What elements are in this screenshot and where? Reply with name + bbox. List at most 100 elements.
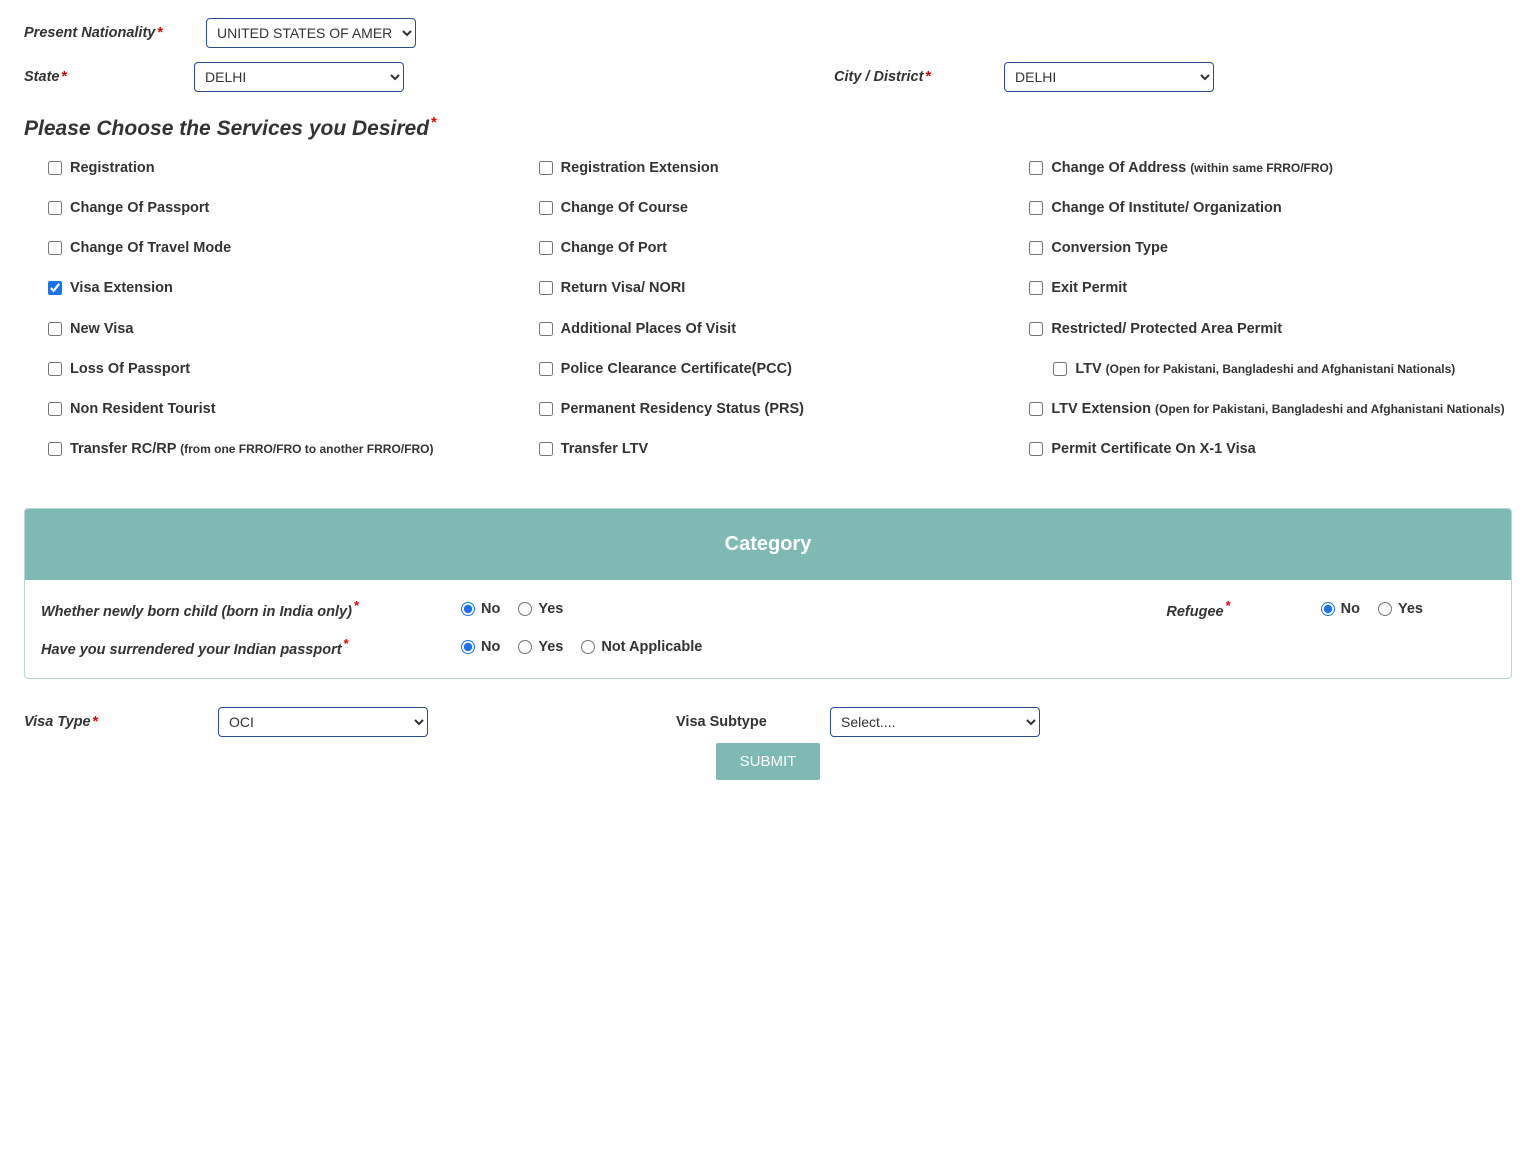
label-change-of-address: Change Of Address (within same FRRO/FRO) bbox=[1051, 159, 1333, 177]
chk-change-of-passport: Change Of Passport bbox=[48, 199, 531, 217]
checkbox-return-visa-nori[interactable] bbox=[539, 281, 553, 295]
label-restricted-protected-area-permit: Restricted/ Protected Area Permit bbox=[1051, 320, 1282, 338]
newborn-radio-group: No Yes bbox=[461, 601, 575, 617]
chk-change-of-institute: Change Of Institute/ Organization bbox=[1029, 199, 1512, 217]
checkbox-change-of-course[interactable] bbox=[539, 201, 553, 215]
chk-registration: Registration bbox=[48, 159, 531, 177]
surrendered-passport-row: Have you surrendered your Indian passpor… bbox=[41, 636, 1495, 658]
label-surrendered-na[interactable]: Not Applicable bbox=[601, 639, 702, 655]
label-permit-certificate-x1: Permit Certificate On X-1 Visa bbox=[1051, 440, 1255, 458]
label-newborn-no[interactable]: No bbox=[481, 601, 500, 617]
checkbox-police-clearance-certificate[interactable] bbox=[539, 362, 553, 376]
label-transfer-rcrp: Transfer RC/RP (from one FRRO/FRO to ano… bbox=[70, 440, 433, 458]
checkbox-additional-places-of-visit[interactable] bbox=[539, 322, 553, 336]
checkbox-permit-certificate-x1[interactable] bbox=[1029, 442, 1043, 456]
label-permanent-residency-status: Permanent Residency Status (PRS) bbox=[561, 400, 804, 418]
radio-newborn-yes[interactable] bbox=[518, 602, 532, 616]
label-new-visa: New Visa bbox=[70, 320, 133, 338]
label-newborn-yes[interactable]: Yes bbox=[538, 601, 563, 617]
visa-subtype-select[interactable]: Select.... bbox=[830, 707, 1040, 737]
refugee-block: Refugee* No Yes bbox=[1166, 598, 1495, 620]
checkbox-transfer-ltv[interactable] bbox=[539, 442, 553, 456]
chk-non-resident-tourist: Non Resident Tourist bbox=[48, 400, 531, 418]
state-city-row: State* DELHI City / District* DELHI bbox=[24, 62, 1512, 92]
checkbox-non-resident-tourist[interactable] bbox=[48, 402, 62, 416]
label-police-clearance-certificate: Police Clearance Certificate(PCC) bbox=[561, 360, 792, 378]
chk-restricted-protected-area-permit: Restricted/ Protected Area Permit bbox=[1029, 320, 1512, 338]
checkbox-new-visa[interactable] bbox=[48, 322, 62, 336]
visa-type-select[interactable]: OCI bbox=[218, 707, 428, 737]
checkbox-visa-extension[interactable] bbox=[48, 281, 62, 295]
label-refugee-yes[interactable]: Yes bbox=[1398, 601, 1423, 617]
newborn-refugee-row: Whether newly born child (born in India … bbox=[41, 598, 1495, 620]
required-asterisk: * bbox=[1226, 598, 1231, 613]
state-select[interactable]: DELHI bbox=[194, 62, 404, 92]
category-body: Whether newly born child (born in India … bbox=[25, 580, 1511, 678]
label-change-of-course: Change Of Course bbox=[561, 199, 688, 217]
chk-change-of-port: Change Of Port bbox=[539, 239, 1022, 257]
submit-button[interactable]: SUBMIT bbox=[716, 743, 821, 780]
label-loss-of-passport: Loss Of Passport bbox=[70, 360, 190, 378]
chk-change-of-address: Change Of Address (within same FRRO/FRO) bbox=[1029, 159, 1512, 177]
label-additional-places-of-visit: Additional Places Of Visit bbox=[561, 320, 736, 338]
label-transfer-ltv: Transfer LTV bbox=[561, 440, 649, 458]
services-heading: Please Choose the Services you Desired* bbox=[24, 114, 1512, 141]
radio-newborn-no[interactable] bbox=[461, 602, 475, 616]
label-non-resident-tourist: Non Resident Tourist bbox=[70, 400, 216, 418]
checkbox-change-of-port[interactable] bbox=[539, 241, 553, 255]
chk-ltv: LTV (Open for Pakistani, Bangladeshi and… bbox=[1029, 360, 1512, 378]
label-registration: Registration bbox=[70, 159, 155, 177]
label-change-of-travel-mode: Change Of Travel Mode bbox=[70, 239, 231, 257]
state-label: State* bbox=[24, 69, 194, 85]
label-surrendered-yes[interactable]: Yes bbox=[538, 639, 563, 655]
refugee-radio-group: No Yes bbox=[1321, 601, 1435, 617]
chk-transfer-rcrp: Transfer RC/RP (from one FRRO/FRO to ano… bbox=[48, 440, 531, 458]
checkbox-ltv[interactable] bbox=[1053, 362, 1067, 376]
required-asterisk: * bbox=[354, 598, 359, 613]
checkbox-loss-of-passport[interactable] bbox=[48, 362, 62, 376]
chk-loss-of-passport: Loss Of Passport bbox=[48, 360, 531, 378]
surrendered-passport-label: Have you surrendered your Indian passpor… bbox=[41, 636, 461, 658]
radio-refugee-yes[interactable] bbox=[1378, 602, 1392, 616]
city-select[interactable]: DELHI bbox=[1004, 62, 1214, 92]
checkbox-registration-extension[interactable] bbox=[539, 161, 553, 175]
checkbox-ltv-extension[interactable] bbox=[1029, 402, 1043, 416]
visa-subtype-label: Visa Subtype bbox=[676, 714, 806, 730]
checkbox-change-of-travel-mode[interactable] bbox=[48, 241, 62, 255]
checkbox-transfer-rcrp[interactable] bbox=[48, 442, 62, 456]
checkbox-change-of-address[interactable] bbox=[1029, 161, 1043, 175]
checkbox-exit-permit[interactable] bbox=[1029, 281, 1043, 295]
nationality-row: Present Nationality* UNITED STATES OF AM… bbox=[24, 18, 1512, 48]
chk-transfer-ltv: Transfer LTV bbox=[539, 440, 1022, 458]
checkbox-change-of-passport[interactable] bbox=[48, 201, 62, 215]
label-ltv: LTV (Open for Pakistani, Bangladeshi and… bbox=[1075, 360, 1455, 378]
required-asterisk: * bbox=[344, 636, 349, 651]
checkbox-restricted-protected-area-permit[interactable] bbox=[1029, 322, 1043, 336]
radio-surrendered-yes[interactable] bbox=[518, 640, 532, 654]
visa-type-row: Visa Type* OCI Visa Subtype Select.... bbox=[24, 707, 1512, 737]
required-asterisk: * bbox=[93, 714, 99, 730]
category-header: Category bbox=[25, 509, 1511, 580]
radio-refugee-no[interactable] bbox=[1321, 602, 1335, 616]
label-refugee-no[interactable]: No bbox=[1341, 601, 1360, 617]
checkbox-change-of-institute[interactable] bbox=[1029, 201, 1043, 215]
required-asterisk: * bbox=[431, 114, 437, 131]
chk-change-of-course: Change Of Course bbox=[539, 199, 1022, 217]
required-asterisk: * bbox=[61, 69, 67, 85]
chk-registration-extension: Registration Extension bbox=[539, 159, 1022, 177]
present-nationality-select[interactable]: UNITED STATES OF AMERICA bbox=[206, 18, 416, 48]
chk-visa-extension: Visa Extension bbox=[48, 279, 531, 297]
label-surrendered-no[interactable]: No bbox=[481, 639, 500, 655]
radio-surrendered-na[interactable] bbox=[581, 640, 595, 654]
chk-permanent-residency-status: Permanent Residency Status (PRS) bbox=[539, 400, 1022, 418]
submit-row: SUBMIT bbox=[24, 743, 1512, 780]
checkbox-permanent-residency-status[interactable] bbox=[539, 402, 553, 416]
chk-conversion-type: Conversion Type bbox=[1029, 239, 1512, 257]
radio-surrendered-no[interactable] bbox=[461, 640, 475, 654]
checkbox-registration[interactable] bbox=[48, 161, 62, 175]
label-ltv-extension: LTV Extension (Open for Pakistani, Bangl… bbox=[1051, 400, 1504, 418]
checkbox-conversion-type[interactable] bbox=[1029, 241, 1043, 255]
label-change-of-port: Change Of Port bbox=[561, 239, 667, 257]
label-change-of-institute: Change Of Institute/ Organization bbox=[1051, 199, 1281, 217]
category-card: Category Whether newly born child (born … bbox=[24, 508, 1512, 679]
